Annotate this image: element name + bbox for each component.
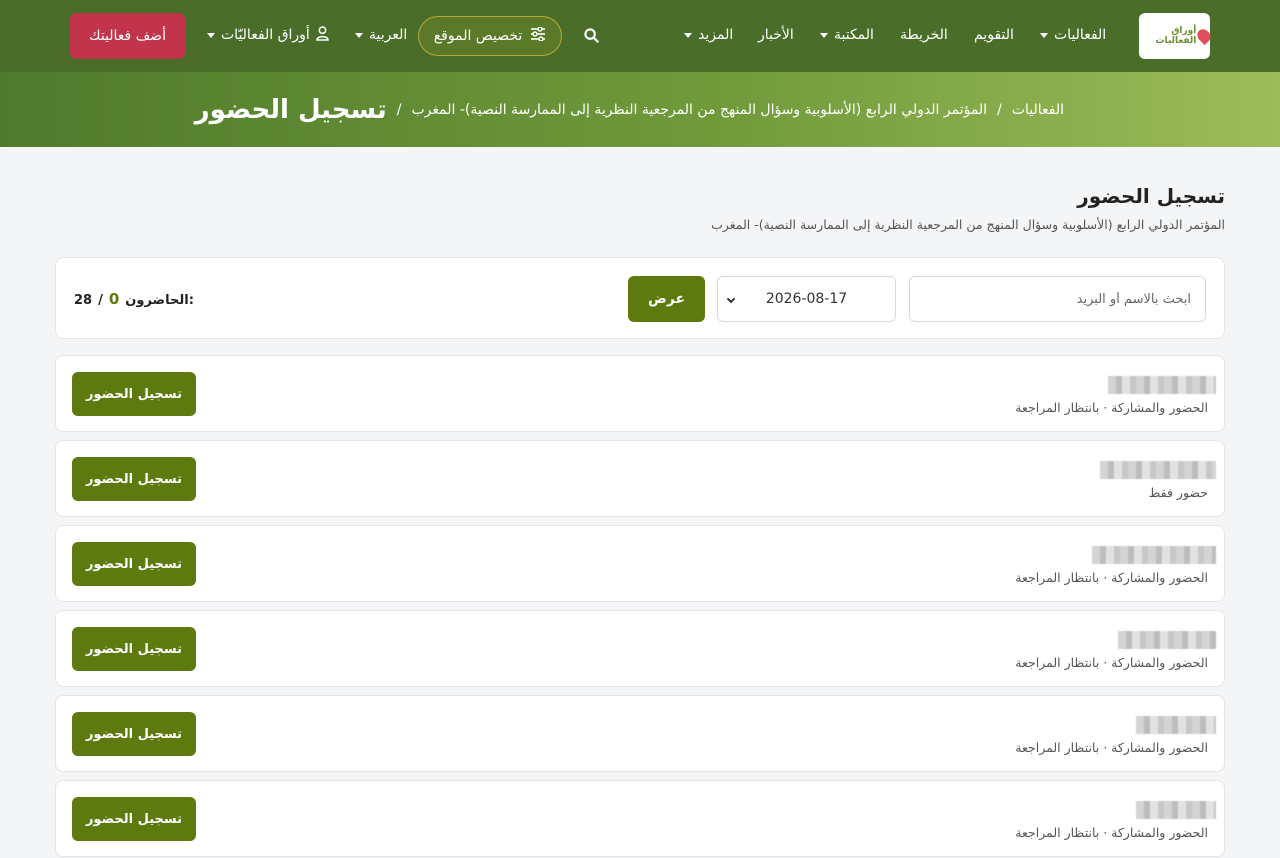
- date-select[interactable]: 2026-08-17: [717, 276, 896, 322]
- attendee-list: الحضور والمشاركة · بانتظار المراجعة تسجي…: [55, 355, 1225, 858]
- nav-label: الفعاليات: [1054, 27, 1107, 43]
- date-value: 2026-08-17: [765, 291, 848, 307]
- nav-item-news[interactable]: الأخبار: [758, 24, 794, 46]
- logo-text: أوراق الفعاليات: [1155, 26, 1197, 46]
- check-in-button[interactable]: تسجيل الحضور: [72, 542, 196, 586]
- account-menu[interactable]: أوراق الفعاليّات: [207, 24, 329, 46]
- list-item: الحضور والمشاركة · بانتظار المراجعة تسجي…: [55, 610, 1225, 687]
- chevron-down-icon: [207, 32, 215, 38]
- sliders-icon: [530, 26, 546, 45]
- attendee-status: حضور فقط: [1148, 485, 1208, 500]
- list-item: الحضور والمشاركة · بانتظار المراجعة تسجي…: [55, 695, 1225, 772]
- chevron-down-icon: [684, 32, 692, 38]
- customize-site-button[interactable]: تخصيص الموقع: [418, 16, 562, 56]
- attendee-name-redacted: [1118, 631, 1216, 649]
- list-item: حضور فقط تسجيل الحضور: [55, 440, 1225, 517]
- attendee-name-redacted: [1136, 716, 1216, 734]
- attendee-name-redacted: [1092, 546, 1216, 564]
- check-in-button[interactable]: تسجيل الحضور: [72, 797, 196, 841]
- nav-label: المزيد: [698, 27, 734, 43]
- attendee-status: الحضور والمشاركة · بانتظار المراجعة: [1015, 655, 1208, 670]
- breadcrumb-link-events[interactable]: الفعاليات: [1012, 102, 1064, 118]
- breadcrumb-separator: /: [396, 102, 402, 118]
- chevron-down-icon: [1040, 32, 1048, 38]
- breadcrumb-current: تسجيل الحضور: [194, 95, 387, 125]
- nav-label: الخريطة: [900, 27, 948, 43]
- nav-item-map[interactable]: الخريطة: [900, 24, 948, 46]
- account-label: أوراق الفعاليّات: [221, 27, 310, 43]
- map-pin-icon: [1195, 26, 1214, 46]
- page-subtitle: المؤتمر الدولي الرابع (الأسلوبية وسؤال ا…: [711, 217, 1225, 232]
- nav-label: التقويم: [974, 27, 1014, 43]
- top-navbar: أوراق الفعاليات الفعاليات التقويم الخريط…: [0, 0, 1280, 72]
- filter-card: 2026-08-17 عرض الحاضرون: 0 / 28: [55, 257, 1225, 339]
- breadcrumb-link-conference[interactable]: المؤتمر الدولي الرابع (الأسلوبية وسؤال ا…: [411, 102, 987, 118]
- attendee-name-redacted: [1136, 801, 1216, 819]
- language-label: العربية: [369, 27, 408, 43]
- attendee-name-redacted: [1100, 461, 1216, 479]
- counter-label: الحاضرون:: [125, 293, 194, 308]
- customize-label: تخصيص الموقع: [433, 28, 523, 44]
- nav-item-calendar[interactable]: التقويم: [974, 24, 1014, 46]
- nav-item-more[interactable]: المزيد: [684, 24, 733, 46]
- present-count: 0: [108, 290, 120, 308]
- list-item: الحضور والمشاركة · بانتظار المراجعة تسجي…: [55, 780, 1225, 857]
- site-logo[interactable]: أوراق الفعاليات: [1139, 13, 1214, 59]
- check-in-button[interactable]: تسجيل الحضور: [72, 712, 196, 756]
- total-count: 28: [74, 293, 93, 308]
- show-button[interactable]: عرض: [628, 276, 705, 322]
- language-switcher[interactable]: العربية: [355, 24, 407, 46]
- attendee-status: الحضور والمشاركة · بانتظار المراجعة: [1015, 570, 1208, 585]
- search-icon[interactable]: [580, 24, 602, 46]
- attendee-status: الحضور والمشاركة · بانتظار المراجعة: [1015, 740, 1208, 755]
- nav-item-events[interactable]: الفعاليات: [1040, 24, 1106, 46]
- page-title: تسجيل الحضور: [1077, 184, 1225, 208]
- add-event-button[interactable]: أضف فعاليتك: [70, 13, 185, 59]
- nav-item-library[interactable]: المكتبة: [820, 24, 874, 46]
- check-in-button[interactable]: تسجيل الحضور: [72, 457, 196, 501]
- search-input[interactable]: [909, 276, 1206, 322]
- chevron-down-icon: [726, 294, 736, 304]
- chevron-down-icon: [355, 32, 363, 38]
- nav-label: الأخبار: [758, 27, 794, 43]
- check-in-button[interactable]: تسجيل الحضور: [72, 627, 196, 671]
- chevron-down-icon: [820, 32, 828, 38]
- breadcrumb-separator: /: [997, 102, 1002, 118]
- list-item: الحضور والمشاركة · بانتظار المراجعة تسجي…: [55, 355, 1225, 432]
- breadcrumb-banner: الفعاليات / المؤتمر الدولي الرابع (الأسل…: [0, 72, 1280, 147]
- nav-label: المكتبة: [834, 27, 874, 43]
- check-in-button[interactable]: تسجيل الحضور: [72, 372, 196, 416]
- attendance-counter: الحاضرون: 0 / 28: [74, 290, 194, 308]
- attendee-name-redacted: [1108, 376, 1216, 394]
- user-icon: [316, 25, 329, 45]
- count-separator: /: [98, 293, 103, 308]
- breadcrumb: الفعاليات / المؤتمر الدولي الرابع (الأسل…: [195, 86, 1064, 134]
- list-item: الحضور والمشاركة · بانتظار المراجعة تسجي…: [55, 525, 1225, 602]
- attendee-status: الحضور والمشاركة · بانتظار المراجعة: [1015, 400, 1208, 415]
- attendee-status: الحضور والمشاركة · بانتظار المراجعة: [1015, 825, 1208, 840]
